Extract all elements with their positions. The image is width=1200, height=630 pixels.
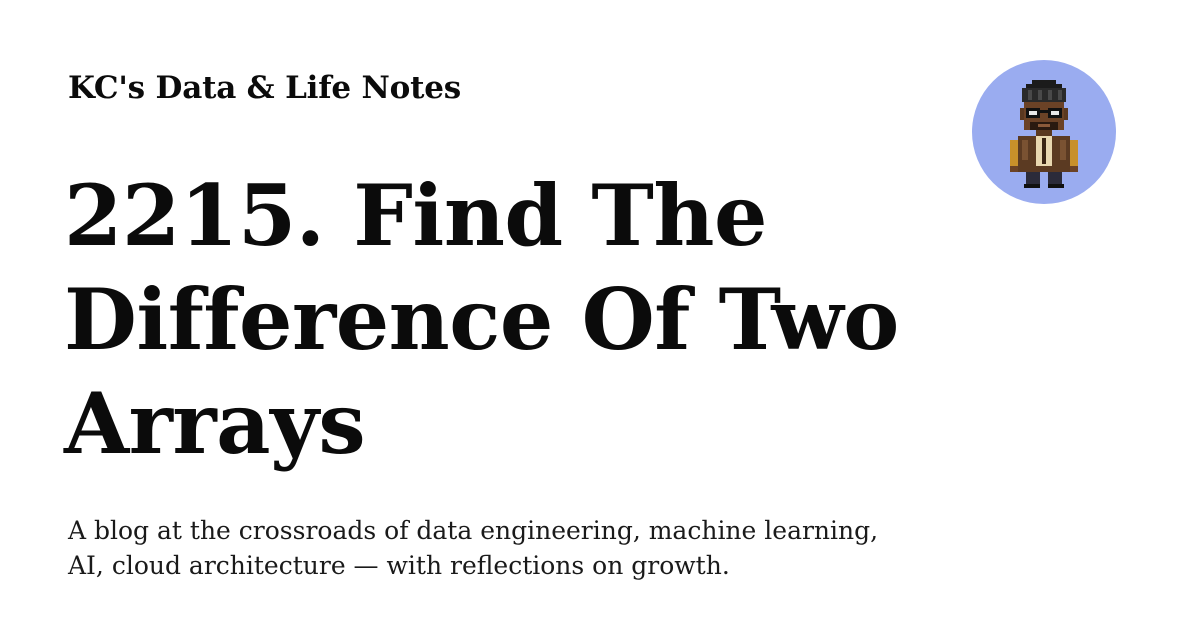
pixel-art-character-icon xyxy=(1010,80,1078,188)
og-card: KC's Data & Life Notes 2215. Find The Di… xyxy=(0,0,1200,630)
blog-tagline: A blog at the crossroads of data enginee… xyxy=(68,516,879,580)
site-name[interactable]: KC's Data & Life Notes xyxy=(68,68,461,108)
post-title: 2215. Find The Difference Of Two Arrays xyxy=(64,166,899,473)
avatar xyxy=(972,60,1116,204)
